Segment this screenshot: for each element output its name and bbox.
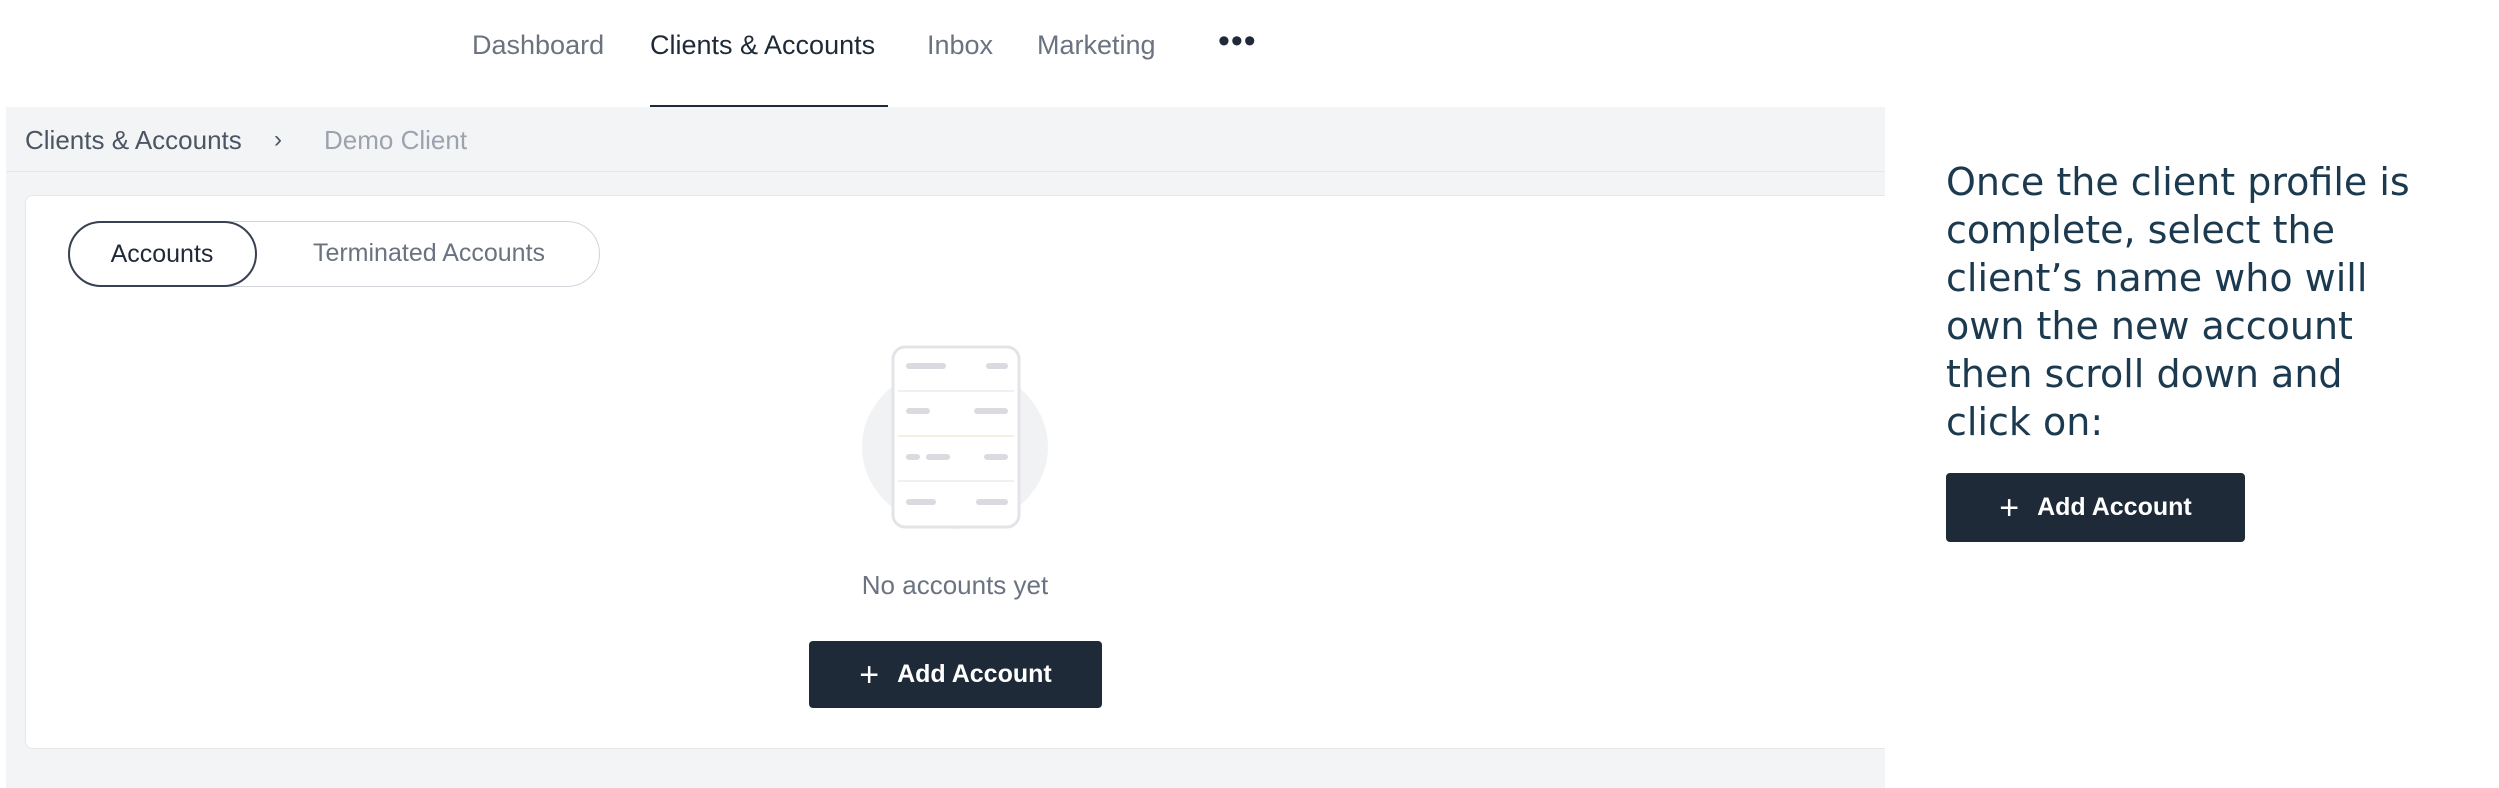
top-navigation: Dashboard Clients & Accounts Inbox Marke…	[0, 0, 1885, 107]
account-tabs: Accounts Terminated Accounts	[67, 220, 600, 287]
breadcrumb-parent[interactable]: Clients & Accounts	[25, 125, 242, 156]
add-account-label: Add Account	[897, 660, 1052, 688]
tab-terminated-accounts[interactable]: Terminated Accounts	[274, 222, 584, 285]
tab-accounts[interactable]: Accounts	[67, 220, 257, 287]
breadcrumb-current: Demo Client	[324, 125, 468, 155]
breadcrumb: Clients & Accounts › Demo Client	[6, 107, 1885, 172]
nav-tab-clients-accounts[interactable]: Clients & Accounts	[650, 30, 875, 61]
empty-state-message: No accounts yet	[861, 570, 1049, 600]
instruction-add-account-button: + Add Account	[1946, 473, 2245, 542]
instruction-add-account-label: Add Account	[2037, 493, 2192, 521]
plus-icon: +	[1999, 488, 2020, 527]
instruction-text: Once the client profile is complete, sel…	[1946, 160, 2410, 444]
more-menu-icon[interactable]: •••	[1218, 22, 1257, 61]
nav-tab-marketing[interactable]: Marketing	[1037, 30, 1156, 61]
nav-tab-dashboard[interactable]: Dashboard	[472, 30, 604, 61]
nav-tab-inbox[interactable]: Inbox	[927, 30, 993, 61]
document-list-illustration-icon	[862, 345, 1048, 529]
plus-icon: +	[859, 655, 880, 694]
add-account-button[interactable]: + Add Account	[809, 641, 1102, 708]
breadcrumb-chevron-icon: ›	[274, 126, 282, 153]
